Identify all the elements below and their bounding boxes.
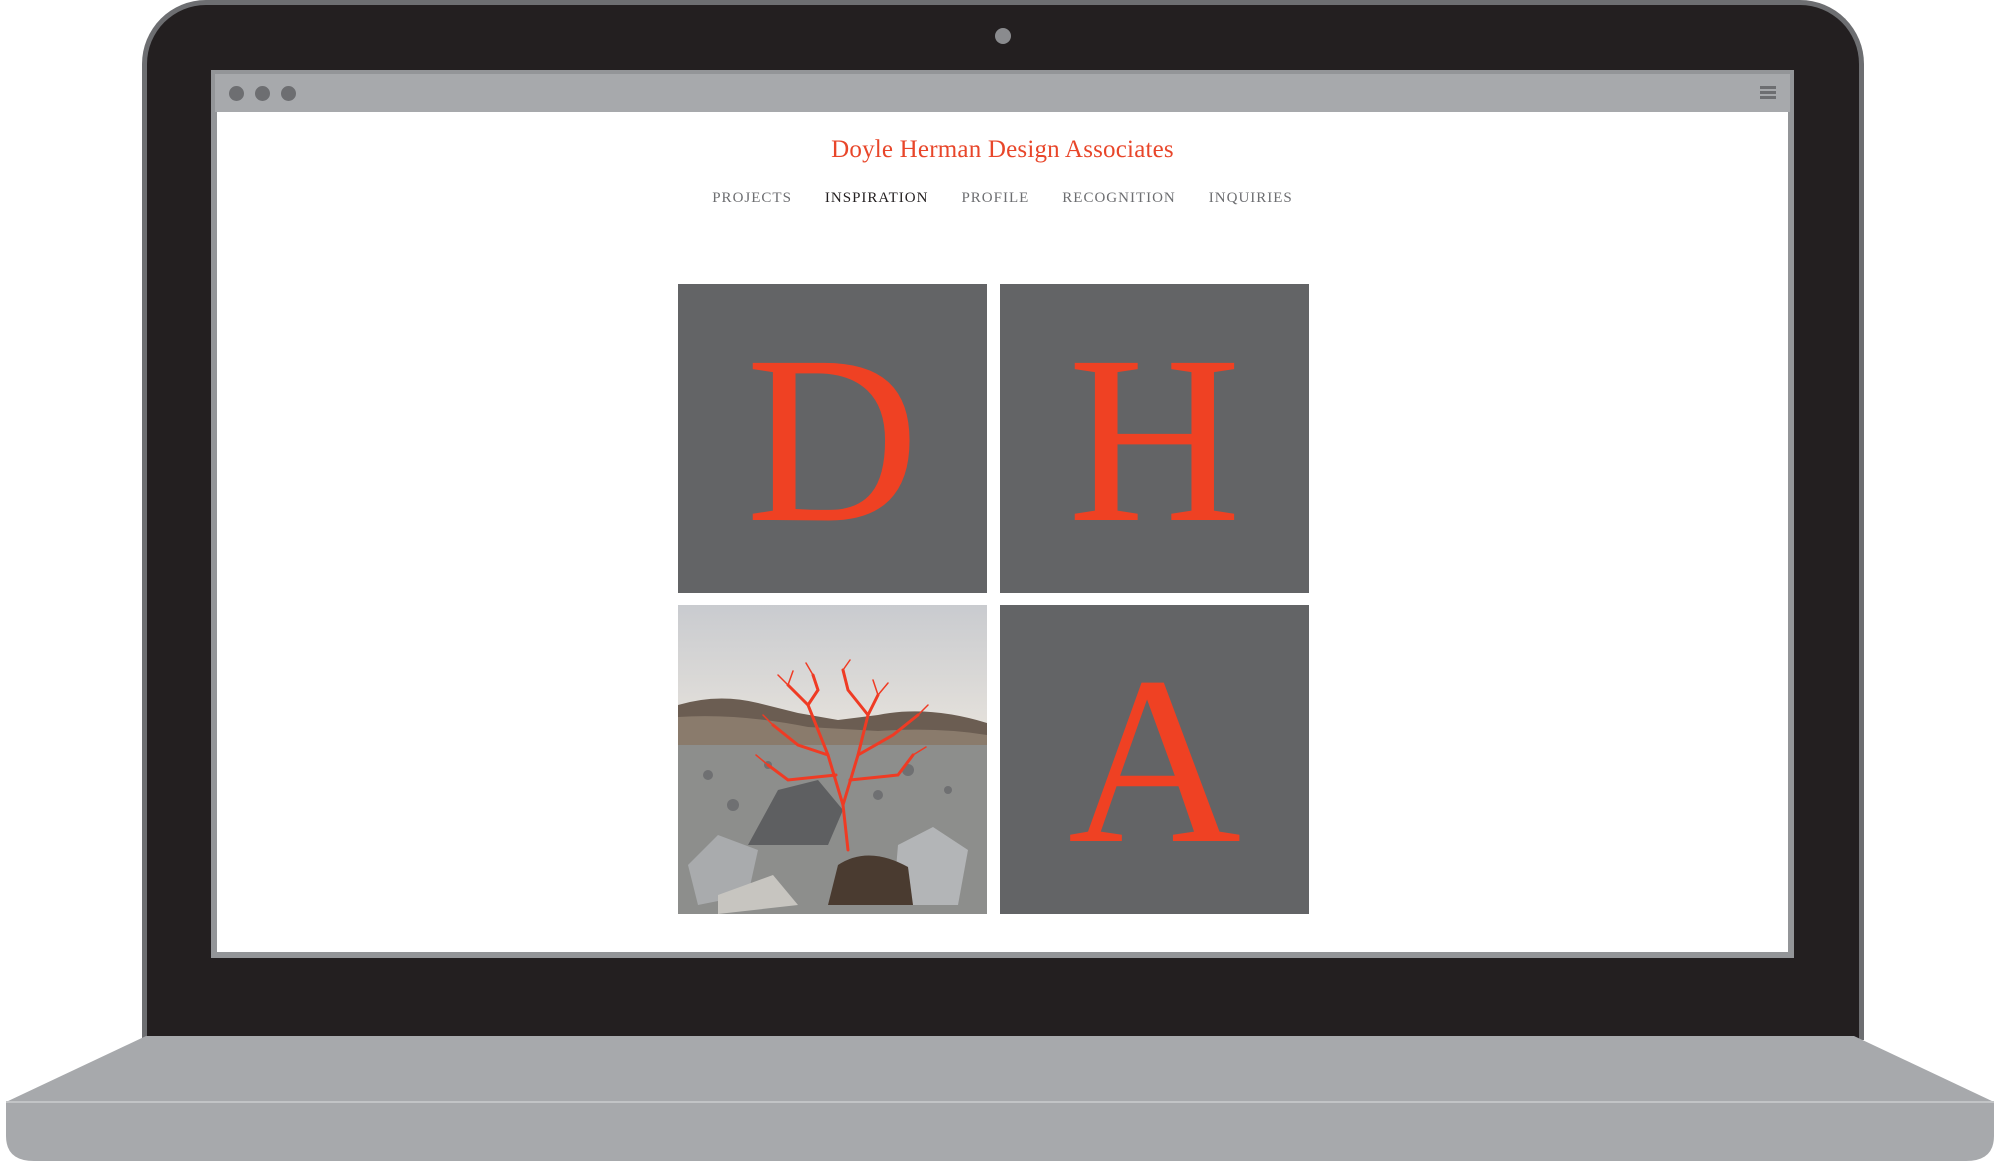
- maximize-window-dot-icon[interactable]: [281, 86, 296, 101]
- webcam-icon: [995, 28, 1011, 44]
- letter-h: H: [1067, 305, 1242, 572]
- tile-letter-d[interactable]: D: [678, 284, 987, 593]
- tile-letter-a[interactable]: A: [1000, 605, 1309, 914]
- nav-item-projects[interactable]: PROJECTS: [712, 190, 792, 207]
- letter-a: A: [1067, 626, 1242, 893]
- page-viewport: Doyle Herman Design Associates PROJECTS …: [217, 112, 1788, 952]
- laptop-base: [6, 1036, 1994, 1161]
- minimize-window-dot-icon[interactable]: [255, 86, 270, 101]
- close-window-dot-icon[interactable]: [229, 86, 244, 101]
- site-title[interactable]: Doyle Herman Design Associates: [217, 136, 1788, 164]
- letter-d: D: [745, 305, 920, 572]
- main-nav: PROJECTS INSPIRATION PROFILE RECOGNITION…: [217, 190, 1788, 207]
- browser-toolbar: [215, 74, 1790, 112]
- tile-letter-h[interactable]: H: [1000, 284, 1309, 593]
- nav-item-profile[interactable]: PROFILE: [961, 190, 1029, 207]
- browser-window: Doyle Herman Design Associates PROJECTS …: [211, 70, 1794, 958]
- laptop-mockup: Doyle Herman Design Associates PROJECTS …: [0, 0, 2000, 1169]
- nav-item-recognition[interactable]: RECOGNITION: [1062, 190, 1176, 207]
- hamburger-icon[interactable]: [1760, 86, 1776, 100]
- inspiration-grid: D H A: [678, 284, 1310, 916]
- nav-item-inspiration[interactable]: INSPIRATION: [825, 190, 929, 207]
- desert-red-shrub-photo: [678, 605, 987, 914]
- nav-item-inquiries[interactable]: INQUIRIES: [1209, 190, 1293, 207]
- tile-photo[interactable]: [678, 605, 987, 914]
